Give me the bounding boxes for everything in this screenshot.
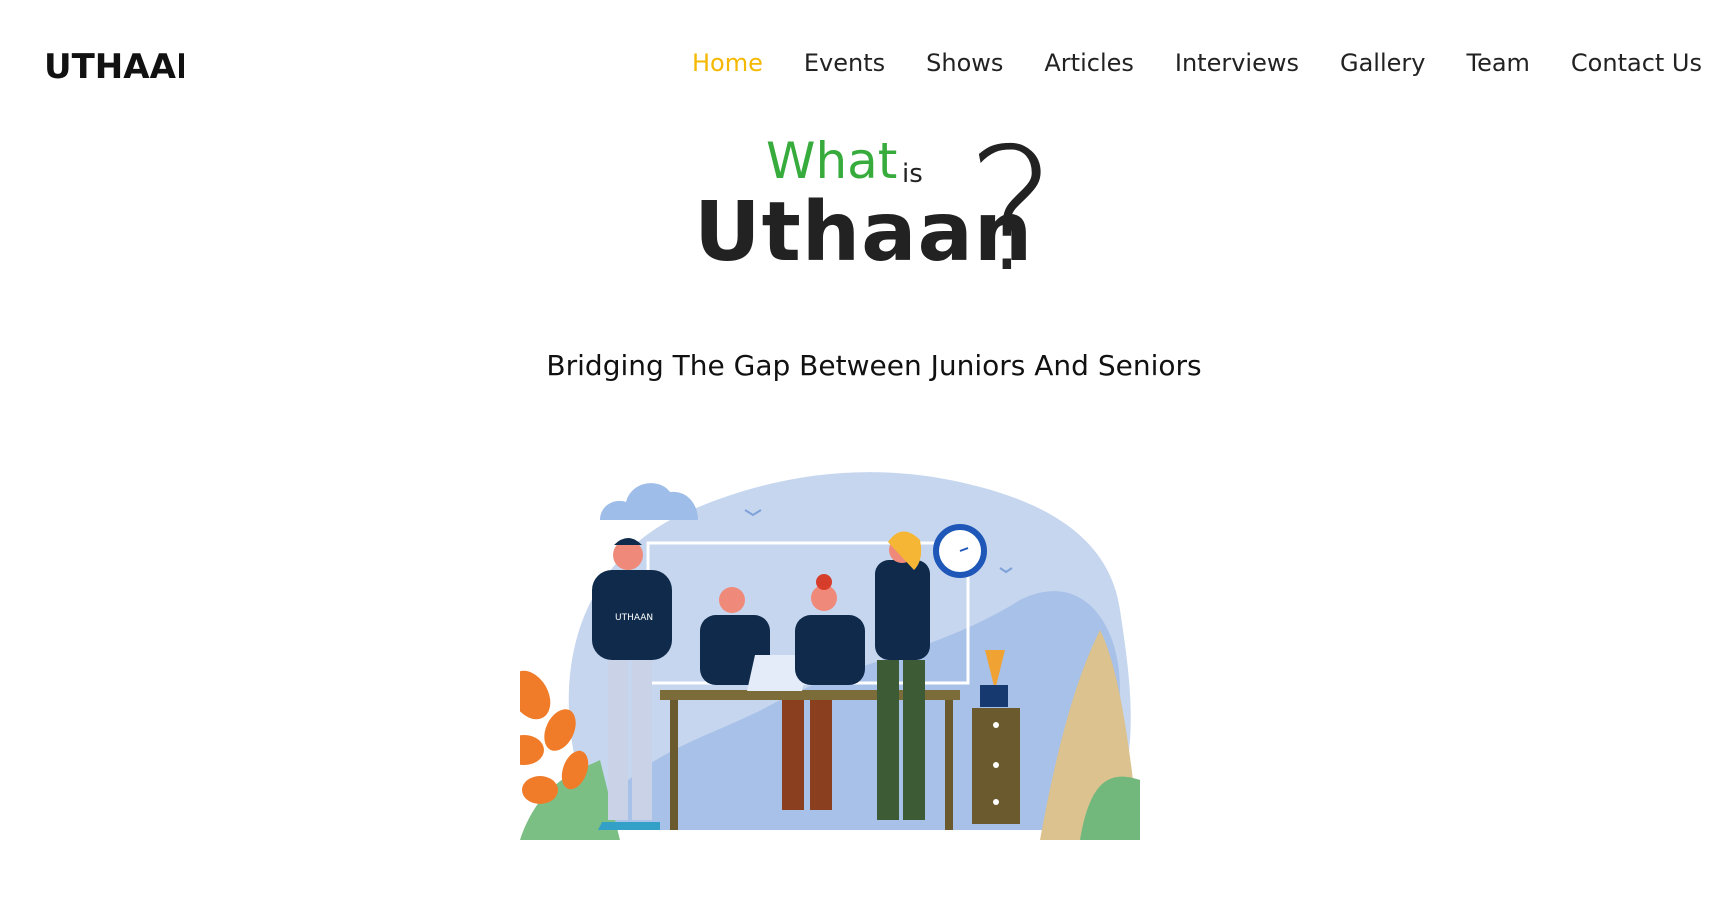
nav-articles[interactable]: Articles [1044,47,1134,79]
team-illustration: UTHAAN [504,450,1220,890]
shirt-logo-text: UTHAAN [615,613,653,623]
hero-heading: What is Uthaan ? [0,126,1728,296]
logo-icon: UTHAAN [44,47,184,87]
question-mark-icon: ? [966,112,1057,310]
nav-events[interactable]: Events [804,47,885,79]
main-nav: Home Events Shows Articles Interviews Ga… [651,47,1702,79]
nav-home[interactable]: Home [692,47,763,79]
nav-interviews[interactable]: Interviews [1175,47,1299,79]
nav-gallery[interactable]: Gallery [1340,47,1425,79]
logo-text: UTHAAN [44,47,184,87]
nav-shows[interactable]: Shows [926,47,1003,79]
team-illustration-icon: UTHAAN [504,472,1140,840]
hero-what: What [766,132,898,190]
hero-is: is [902,159,923,189]
nav-team[interactable]: Team [1466,47,1529,79]
site-logo[interactable]: UTHAAN [44,40,184,90]
hero-subtitle: Bridging The Gap Between Juniors And Sen… [546,349,1202,382]
nav-contact-us[interactable]: Contact Us [1571,47,1702,79]
